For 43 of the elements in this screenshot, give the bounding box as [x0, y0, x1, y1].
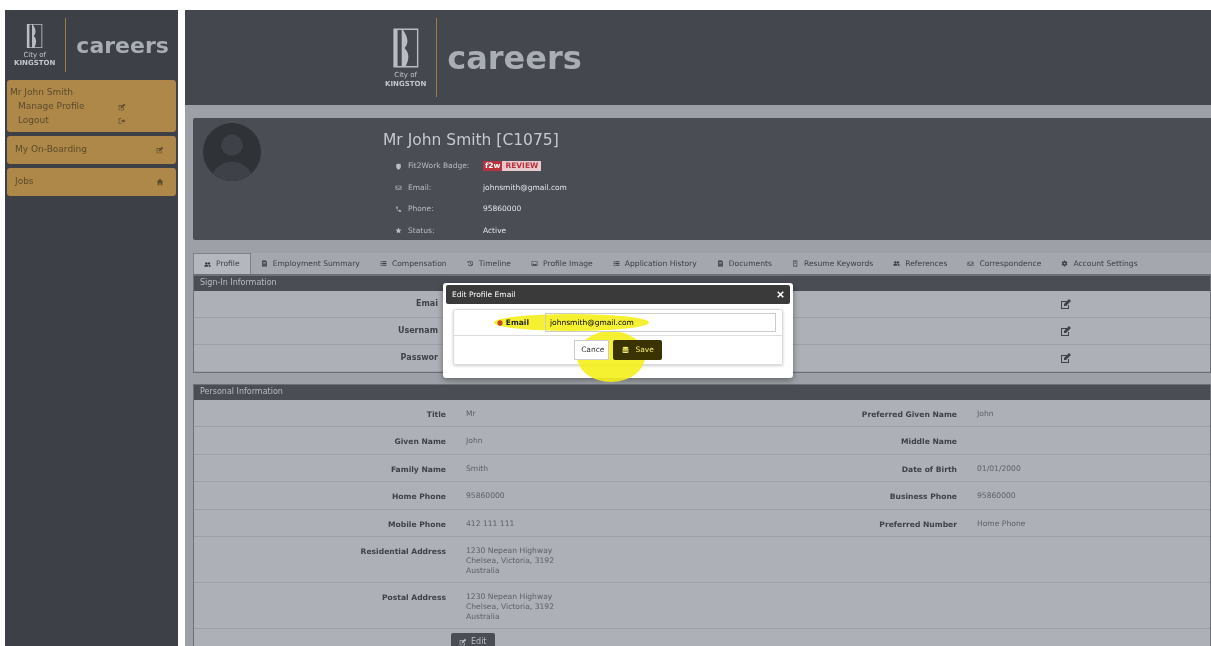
panel-heading: Personal Information — [194, 385, 1210, 400]
list-icon — [379, 260, 387, 267]
document-icon — [716, 260, 724, 267]
close-button[interactable] — [777, 291, 784, 298]
logo-mark-icon — [26, 22, 44, 49]
sidebar-item[interactable]: Jobs — [7, 167, 176, 196]
field-label: Usernam — [396, 325, 438, 337]
edit-icon — [1060, 325, 1072, 337]
history-icon — [466, 260, 474, 267]
settings-icon — [1061, 260, 1069, 267]
shield-icon — [395, 162, 402, 170]
edit-icon — [118, 102, 126, 111]
edit-icon — [1060, 352, 1072, 364]
profile-name: Mr John Smith [C1075] — [383, 130, 560, 151]
phone-icon — [395, 205, 402, 213]
home-icon — [156, 177, 164, 186]
list-icon — [612, 260, 620, 267]
logout-icon — [118, 116, 126, 125]
sidebar-item[interactable]: My On-Boarding — [7, 135, 176, 164]
database-icon — [621, 345, 631, 355]
edit-icon — [1060, 298, 1072, 310]
field-label: Passwor — [399, 352, 438, 364]
star-icon — [395, 227, 402, 234]
book-icon — [791, 260, 799, 267]
logo-title: careers — [447, 37, 582, 79]
edit-button[interactable]: Edit — [451, 632, 495, 646]
users-icon — [204, 260, 211, 268]
envelope-icon — [967, 260, 975, 267]
edit-button[interactable] — [1060, 325, 1072, 337]
edit-button[interactable] — [1060, 298, 1072, 310]
users-icon — [893, 260, 901, 267]
sidebar-link[interactable]: Logout — [10, 113, 173, 128]
image-icon — [531, 260, 538, 267]
envelope-icon — [395, 184, 402, 191]
logo-mark-icon — [391, 27, 420, 70]
edit-button[interactable] — [1060, 352, 1072, 364]
user-name: Mr John Smith — [10, 86, 74, 99]
field-label: Emai — [415, 298, 438, 310]
edit-icon — [459, 637, 467, 646]
sidebar-link[interactable]: Manage Profile — [10, 99, 173, 114]
document-icon — [260, 260, 268, 267]
edit-icon — [156, 145, 164, 154]
logo-title: careers — [76, 31, 169, 60]
